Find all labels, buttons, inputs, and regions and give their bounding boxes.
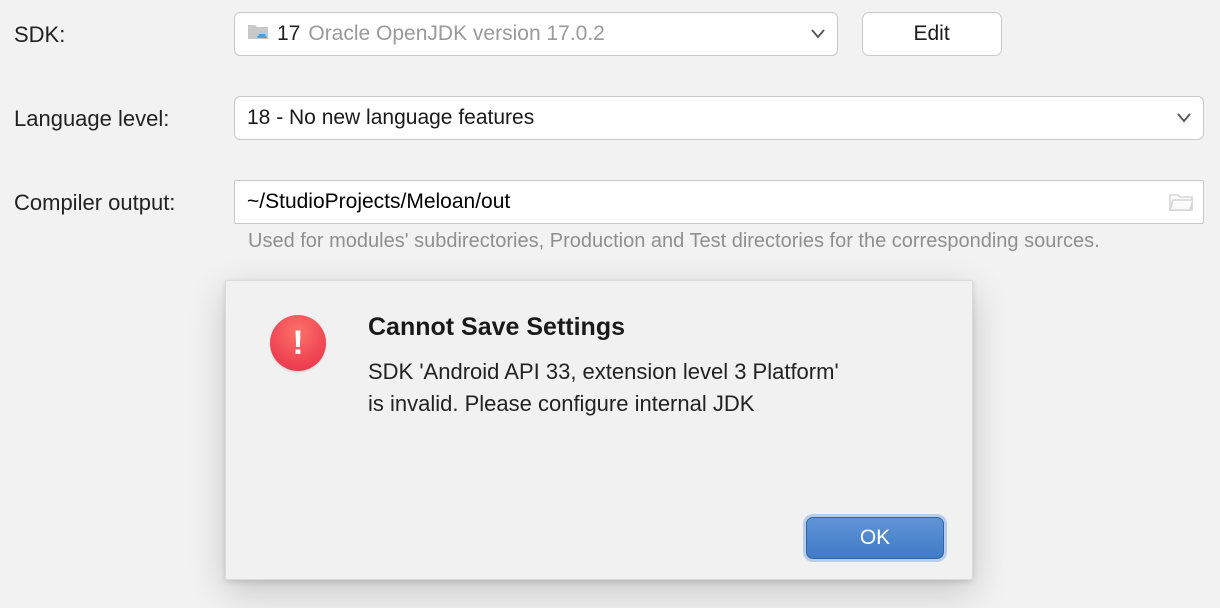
browse-folder-icon[interactable] bbox=[1169, 192, 1193, 212]
language-level-row: Language level: 18 - No new language fea… bbox=[14, 96, 1206, 140]
edit-sdk-button[interactable]: Edit bbox=[862, 12, 1002, 56]
error-icon: ! bbox=[270, 315, 326, 371]
compiler-output-label: Compiler output: bbox=[14, 188, 234, 216]
compiler-output-input[interactable] bbox=[245, 189, 1169, 215]
sdk-row: SDK: 17 Oracle OpenJDK version 17.0.2 Ed… bbox=[14, 12, 1206, 56]
language-level-value: 18 - No new language features bbox=[247, 106, 534, 130]
compiler-output-help-text: Used for modules' subdirectories, Produc… bbox=[248, 230, 1206, 253]
jdk-folder-icon bbox=[247, 22, 269, 46]
language-level-dropdown[interactable]: 18 - No new language features bbox=[234, 96, 1204, 140]
sdk-dropdown[interactable]: 17 Oracle OpenJDK version 17.0.2 bbox=[234, 12, 838, 56]
ok-button[interactable]: OK bbox=[806, 517, 944, 559]
dialog-title: Cannot Save Settings bbox=[368, 313, 848, 342]
sdk-name: 17 bbox=[277, 22, 300, 46]
compiler-output-row: Compiler output: bbox=[14, 180, 1206, 224]
sdk-version-text: Oracle OpenJDK version 17.0.2 bbox=[308, 22, 604, 46]
dialog-message: SDK 'Android API 33, extension level 3 P… bbox=[368, 356, 848, 420]
project-settings-form: SDK: 17 Oracle OpenJDK version 17.0.2 Ed… bbox=[0, 0, 1220, 265]
error-dialog: ! Cannot Save Settings SDK 'Android API … bbox=[225, 280, 973, 580]
compiler-output-field-wrapper bbox=[234, 180, 1204, 224]
sdk-label: SDK: bbox=[14, 20, 234, 48]
chevron-down-icon bbox=[811, 29, 825, 39]
language-level-label: Language level: bbox=[14, 104, 234, 132]
chevron-down-icon bbox=[1177, 113, 1191, 123]
